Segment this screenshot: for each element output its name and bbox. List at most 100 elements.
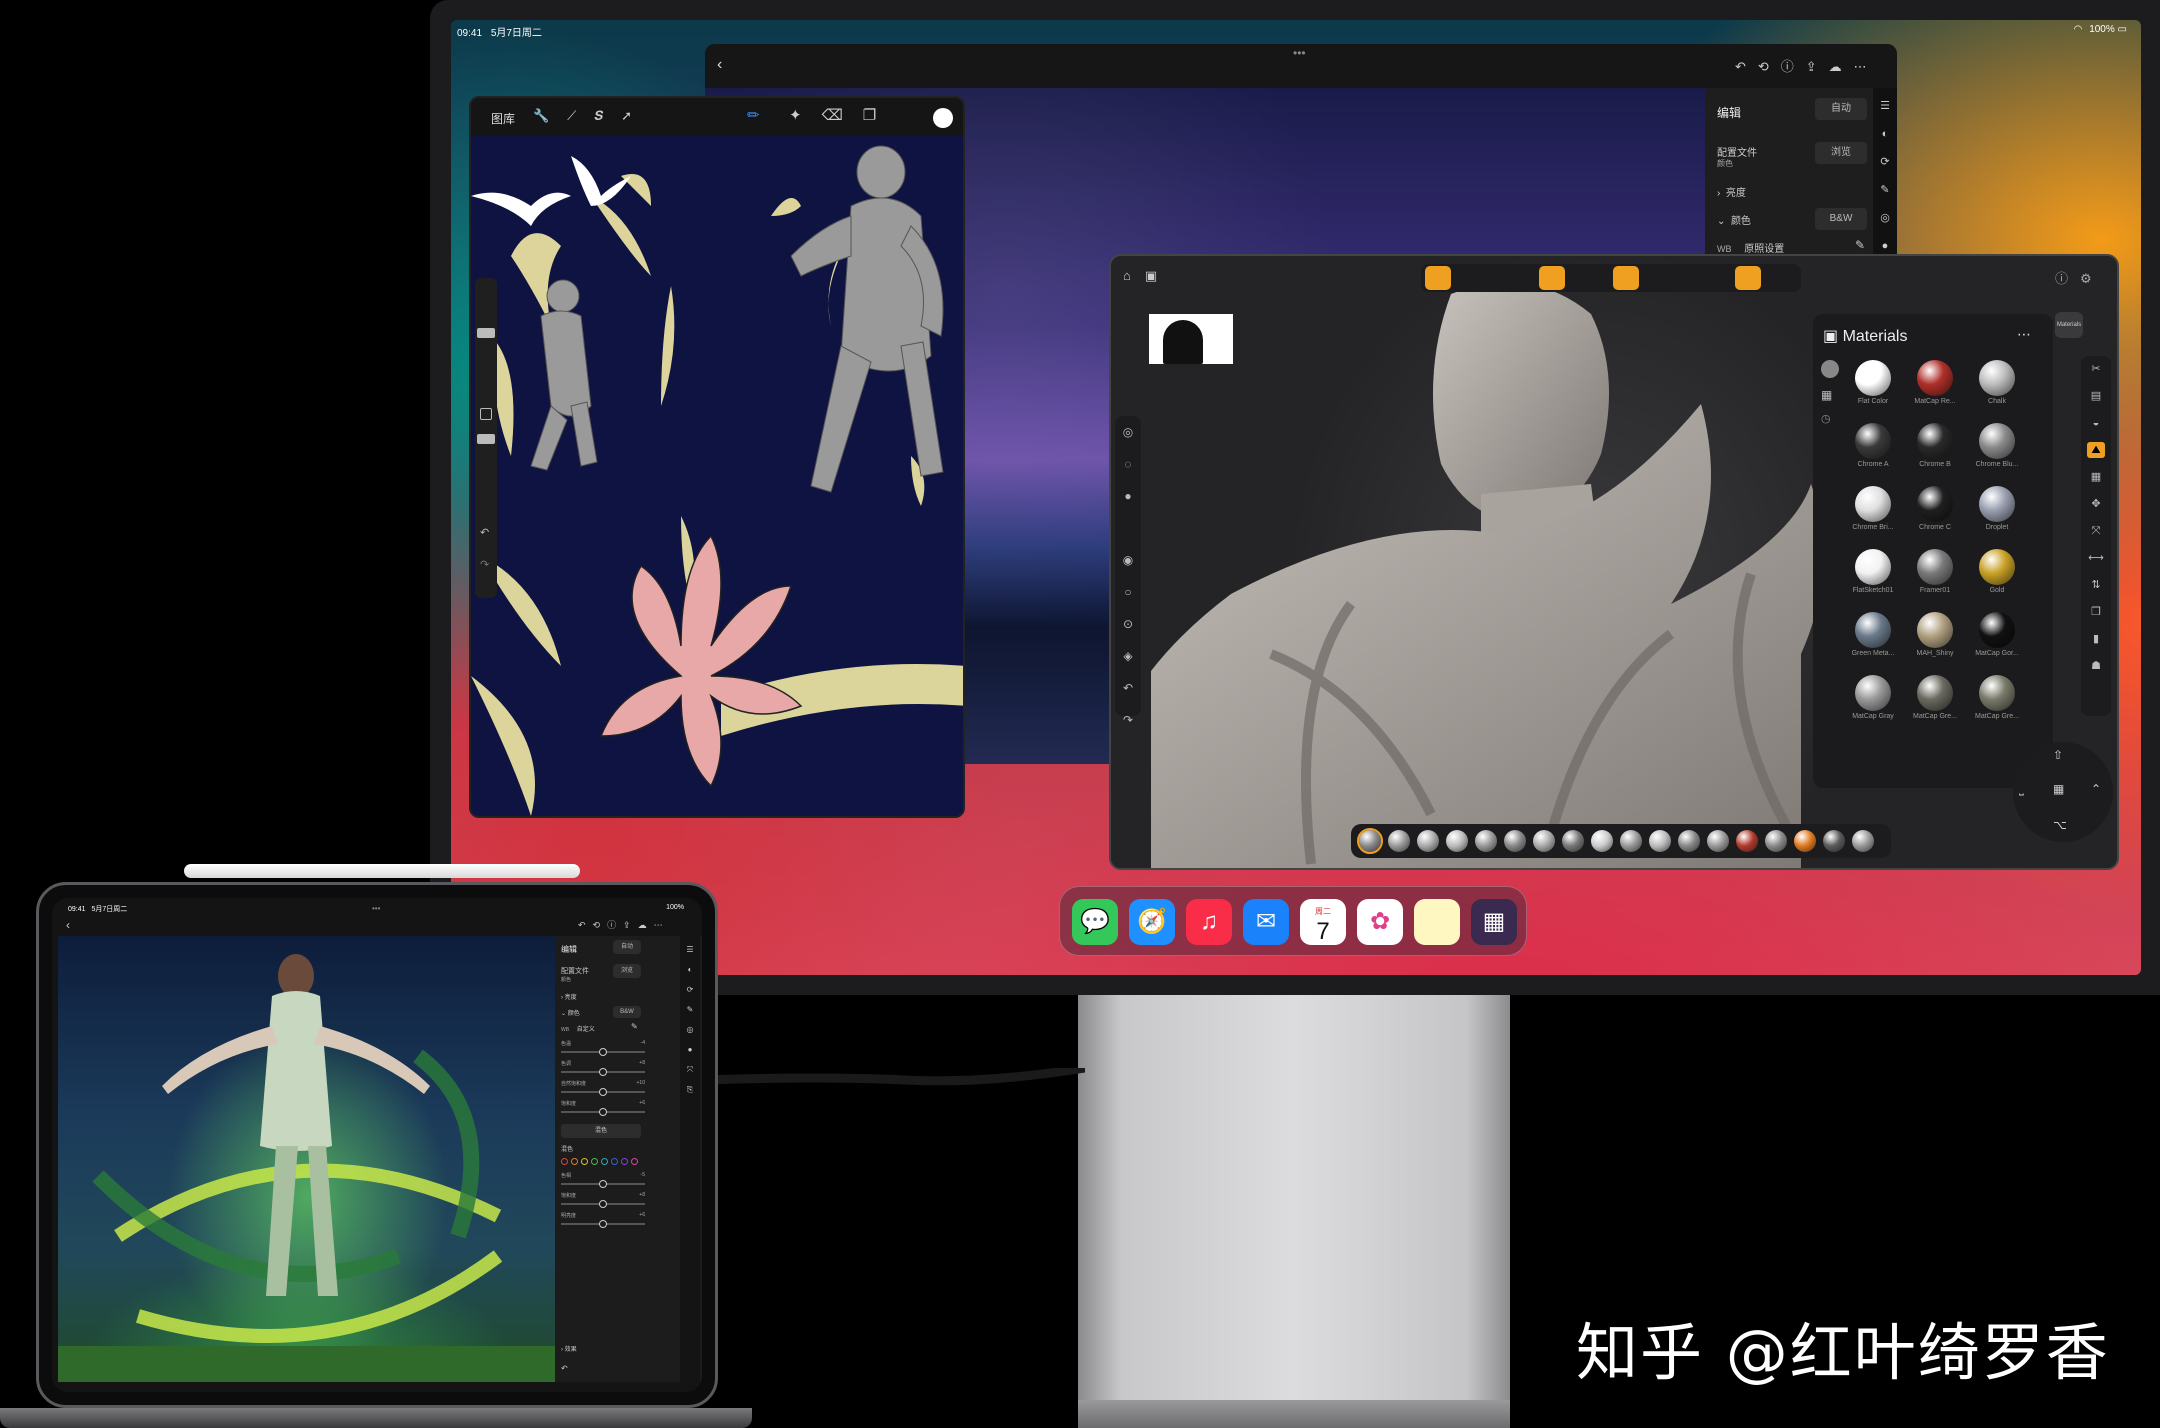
brush-swatch[interactable] xyxy=(1475,830,1497,852)
brush-size-slider[interactable] xyxy=(477,328,495,338)
opacity-slider[interactable] xyxy=(477,434,495,444)
sculpted-bust[interactable] xyxy=(1151,274,1911,870)
brush-icon[interactable]: ✏ xyxy=(747,106,760,124)
materials-tab-button[interactable]: Materials xyxy=(2055,312,2083,338)
procreate-tool-icons[interactable]: ✦⌫❐ xyxy=(789,106,896,124)
brush-swatch[interactable] xyxy=(1852,830,1874,852)
material-swatch[interactable] xyxy=(1979,423,2015,459)
mail-icon[interactable]: ✉ xyxy=(1243,899,1289,945)
ipad-mix-button[interactable]: 混色 xyxy=(561,1124,641,1138)
caret-up-icon[interactable]: ⌃ xyxy=(2091,782,2101,796)
brush-swatch[interactable] xyxy=(1649,830,1671,852)
up-arrow-icon[interactable]: ⇧ xyxy=(2053,748,2063,762)
procreate-canvas[interactable] xyxy=(471,136,963,816)
messages-icon[interactable]: 💬 xyxy=(1072,899,1118,945)
more-icon[interactable]: ⋯ xyxy=(2017,326,2031,343)
light-section[interactable]: › 亮度 xyxy=(1717,184,1746,199)
ipad-back-icon[interactable]: ‹ xyxy=(66,918,70,932)
home-and-files-icons[interactable]: ⌂▣ xyxy=(1123,268,1171,284)
material-swatch[interactable] xyxy=(1979,612,2015,648)
mix-color-dot[interactable] xyxy=(631,1158,638,1165)
auto-button[interactable]: 自动 xyxy=(1815,98,1867,120)
help-and-settings-icons[interactable]: ⓘ⚙ xyxy=(2055,268,2104,287)
slider-knob[interactable] xyxy=(599,1108,607,1116)
ipad-color-section[interactable]: ⌄ 颜色 xyxy=(561,1008,580,1017)
ipad-browse-button[interactable]: 浏览 xyxy=(613,964,641,978)
brush-swatch[interactable] xyxy=(1446,830,1468,852)
brush-swatch[interactable] xyxy=(1678,830,1700,852)
redo-icon[interactable]: ↷ xyxy=(480,558,489,571)
color-section[interactable]: ⌄ 颜色 xyxy=(1717,212,1751,227)
mix-color-dot[interactable] xyxy=(591,1158,598,1165)
brush-swatch[interactable] xyxy=(1562,830,1584,852)
bw-button[interactable]: B&W xyxy=(1815,208,1867,230)
back-icon[interactable]: ‹ xyxy=(717,56,722,74)
gallery-button[interactable]: 图库 xyxy=(491,110,515,127)
option-key-icon[interactable]: ⌥ xyxy=(2053,818,2067,832)
material-swatch[interactable] xyxy=(1917,675,1953,711)
music-icon[interactable]: ♫ xyxy=(1186,899,1232,945)
brush-swatch[interactable] xyxy=(1417,830,1439,852)
material-swatch[interactable] xyxy=(1855,675,1891,711)
app-library-icon[interactable]: ▦ xyxy=(1471,899,1517,945)
material-swatch[interactable] xyxy=(1917,549,1953,585)
grid-tab-icon[interactable]: ▦ xyxy=(1821,388,1843,402)
brush-swatch[interactable] xyxy=(1620,830,1642,852)
symmetry-button[interactable] xyxy=(1539,266,1565,290)
material-swatch[interactable] xyxy=(1979,360,2015,396)
slider-knob[interactable] xyxy=(599,1200,607,1208)
ipad-effects-section[interactable]: › 效果 xyxy=(561,1344,577,1353)
slider-knob[interactable] xyxy=(599,1068,607,1076)
ipad-toolbar-icons[interactable]: ↶⟲ⓘ⇪☁⋯ xyxy=(578,918,670,931)
white-balance-row[interactable]: WB 原照设置 xyxy=(1717,240,1784,255)
brush-swatch[interactable] xyxy=(1591,830,1613,852)
ipad-side-tool-icons[interactable]: ☰ ◐ ⟳ ✎ ◎ ● ⤧ ⎘ xyxy=(680,940,700,1100)
procreate-window[interactable]: 图库 🔧⟋𝑺➚ ✏ ✦⌫❐ ↶ ↷ xyxy=(469,96,965,818)
sphere-tab-icon[interactable] xyxy=(1821,360,1839,378)
procreate-action-icons[interactable]: 🔧⟋𝑺➚ xyxy=(533,108,650,124)
mix-color-dot[interactable] xyxy=(601,1158,608,1165)
material-swatch[interactable] xyxy=(1855,612,1891,648)
ipad-bw-button[interactable]: B&W xyxy=(613,1006,641,1018)
mix-color-dot[interactable] xyxy=(621,1158,628,1165)
slider-knob[interactable] xyxy=(599,1048,607,1056)
material-swatch[interactable] xyxy=(1855,360,1891,396)
right-sidebar-icons[interactable]: ✂ ▤ ◒ ⛰ ▦ ✥ ⤧ ⟷ ⇅ ❐ ▮ ☗ xyxy=(2081,356,2111,680)
slider-knob[interactable] xyxy=(599,1088,607,1096)
brush-swatch[interactable] xyxy=(1736,830,1758,852)
lightroom-toolbar-icons[interactable]: ↶⟲ⓘ⇪☁⋯ xyxy=(1735,56,1879,75)
ipad-auto-button[interactable]: 自动 xyxy=(613,940,641,954)
undo-icon[interactable]: ↶ xyxy=(480,526,489,539)
slider-knob[interactable] xyxy=(599,1220,607,1228)
side-tool-icons[interactable]: ☰ ◐ ⟳ ✎ ◎ ● xyxy=(1873,92,1897,260)
brush-swatch[interactable] xyxy=(1794,830,1816,852)
safari-icon[interactable]: 🧭 xyxy=(1129,899,1175,945)
nomad-sculpt-window[interactable]: ••• ⌂▣ ⓘ⚙ ◎◌●◉○⊙◈↶↷ ▣ Materials ⋯ xyxy=(1109,254,2119,870)
transform-tool-button[interactable] xyxy=(1425,266,1451,290)
brush-swatch[interactable] xyxy=(1357,828,1383,854)
material-swatch[interactable] xyxy=(1855,486,1891,522)
brush-swatch[interactable] xyxy=(1707,830,1729,852)
material-swatch[interactable] xyxy=(1855,549,1891,585)
brush-swatch[interactable] xyxy=(1504,830,1526,852)
material-swatch[interactable] xyxy=(1917,612,1953,648)
browse-profile-button[interactable]: 浏览 xyxy=(1815,142,1867,164)
space-icon[interactable]: ⎵ xyxy=(2019,782,2024,797)
mix-color-dot[interactable] xyxy=(561,1158,568,1165)
material-swatch[interactable] xyxy=(1917,486,1953,522)
reference-thumbnail[interactable] xyxy=(1149,314,1233,364)
mix-color-dot[interactable] xyxy=(581,1158,588,1165)
photos-icon[interactable]: ✿ xyxy=(1357,899,1403,945)
slider-knob[interactable] xyxy=(599,1180,607,1188)
ipad-undo-icon[interactable]: ↶ xyxy=(561,1364,568,1373)
notes-icon[interactable] xyxy=(1414,899,1460,945)
history-tab-icon[interactable]: ◷ xyxy=(1821,412,1843,425)
mix-color-dot[interactable] xyxy=(571,1158,578,1165)
ipad-light-section[interactable]: › 亮度 xyxy=(561,992,577,1001)
material-swatch[interactable] xyxy=(1855,423,1891,459)
color-picker-icon[interactable] xyxy=(933,108,953,128)
navigation-gizmo[interactable]: ⇧ ▦ ⌥ ⎵ ⌃ xyxy=(2013,742,2113,842)
left-sidebar-icons[interactable]: ◎ ◌ ● ◉ ○ ⊙ ◈ ↶ ↷ xyxy=(1115,416,1141,736)
eyedropper-icon[interactable]: ✎ xyxy=(1855,238,1865,252)
mix-color-dot[interactable] xyxy=(611,1158,618,1165)
